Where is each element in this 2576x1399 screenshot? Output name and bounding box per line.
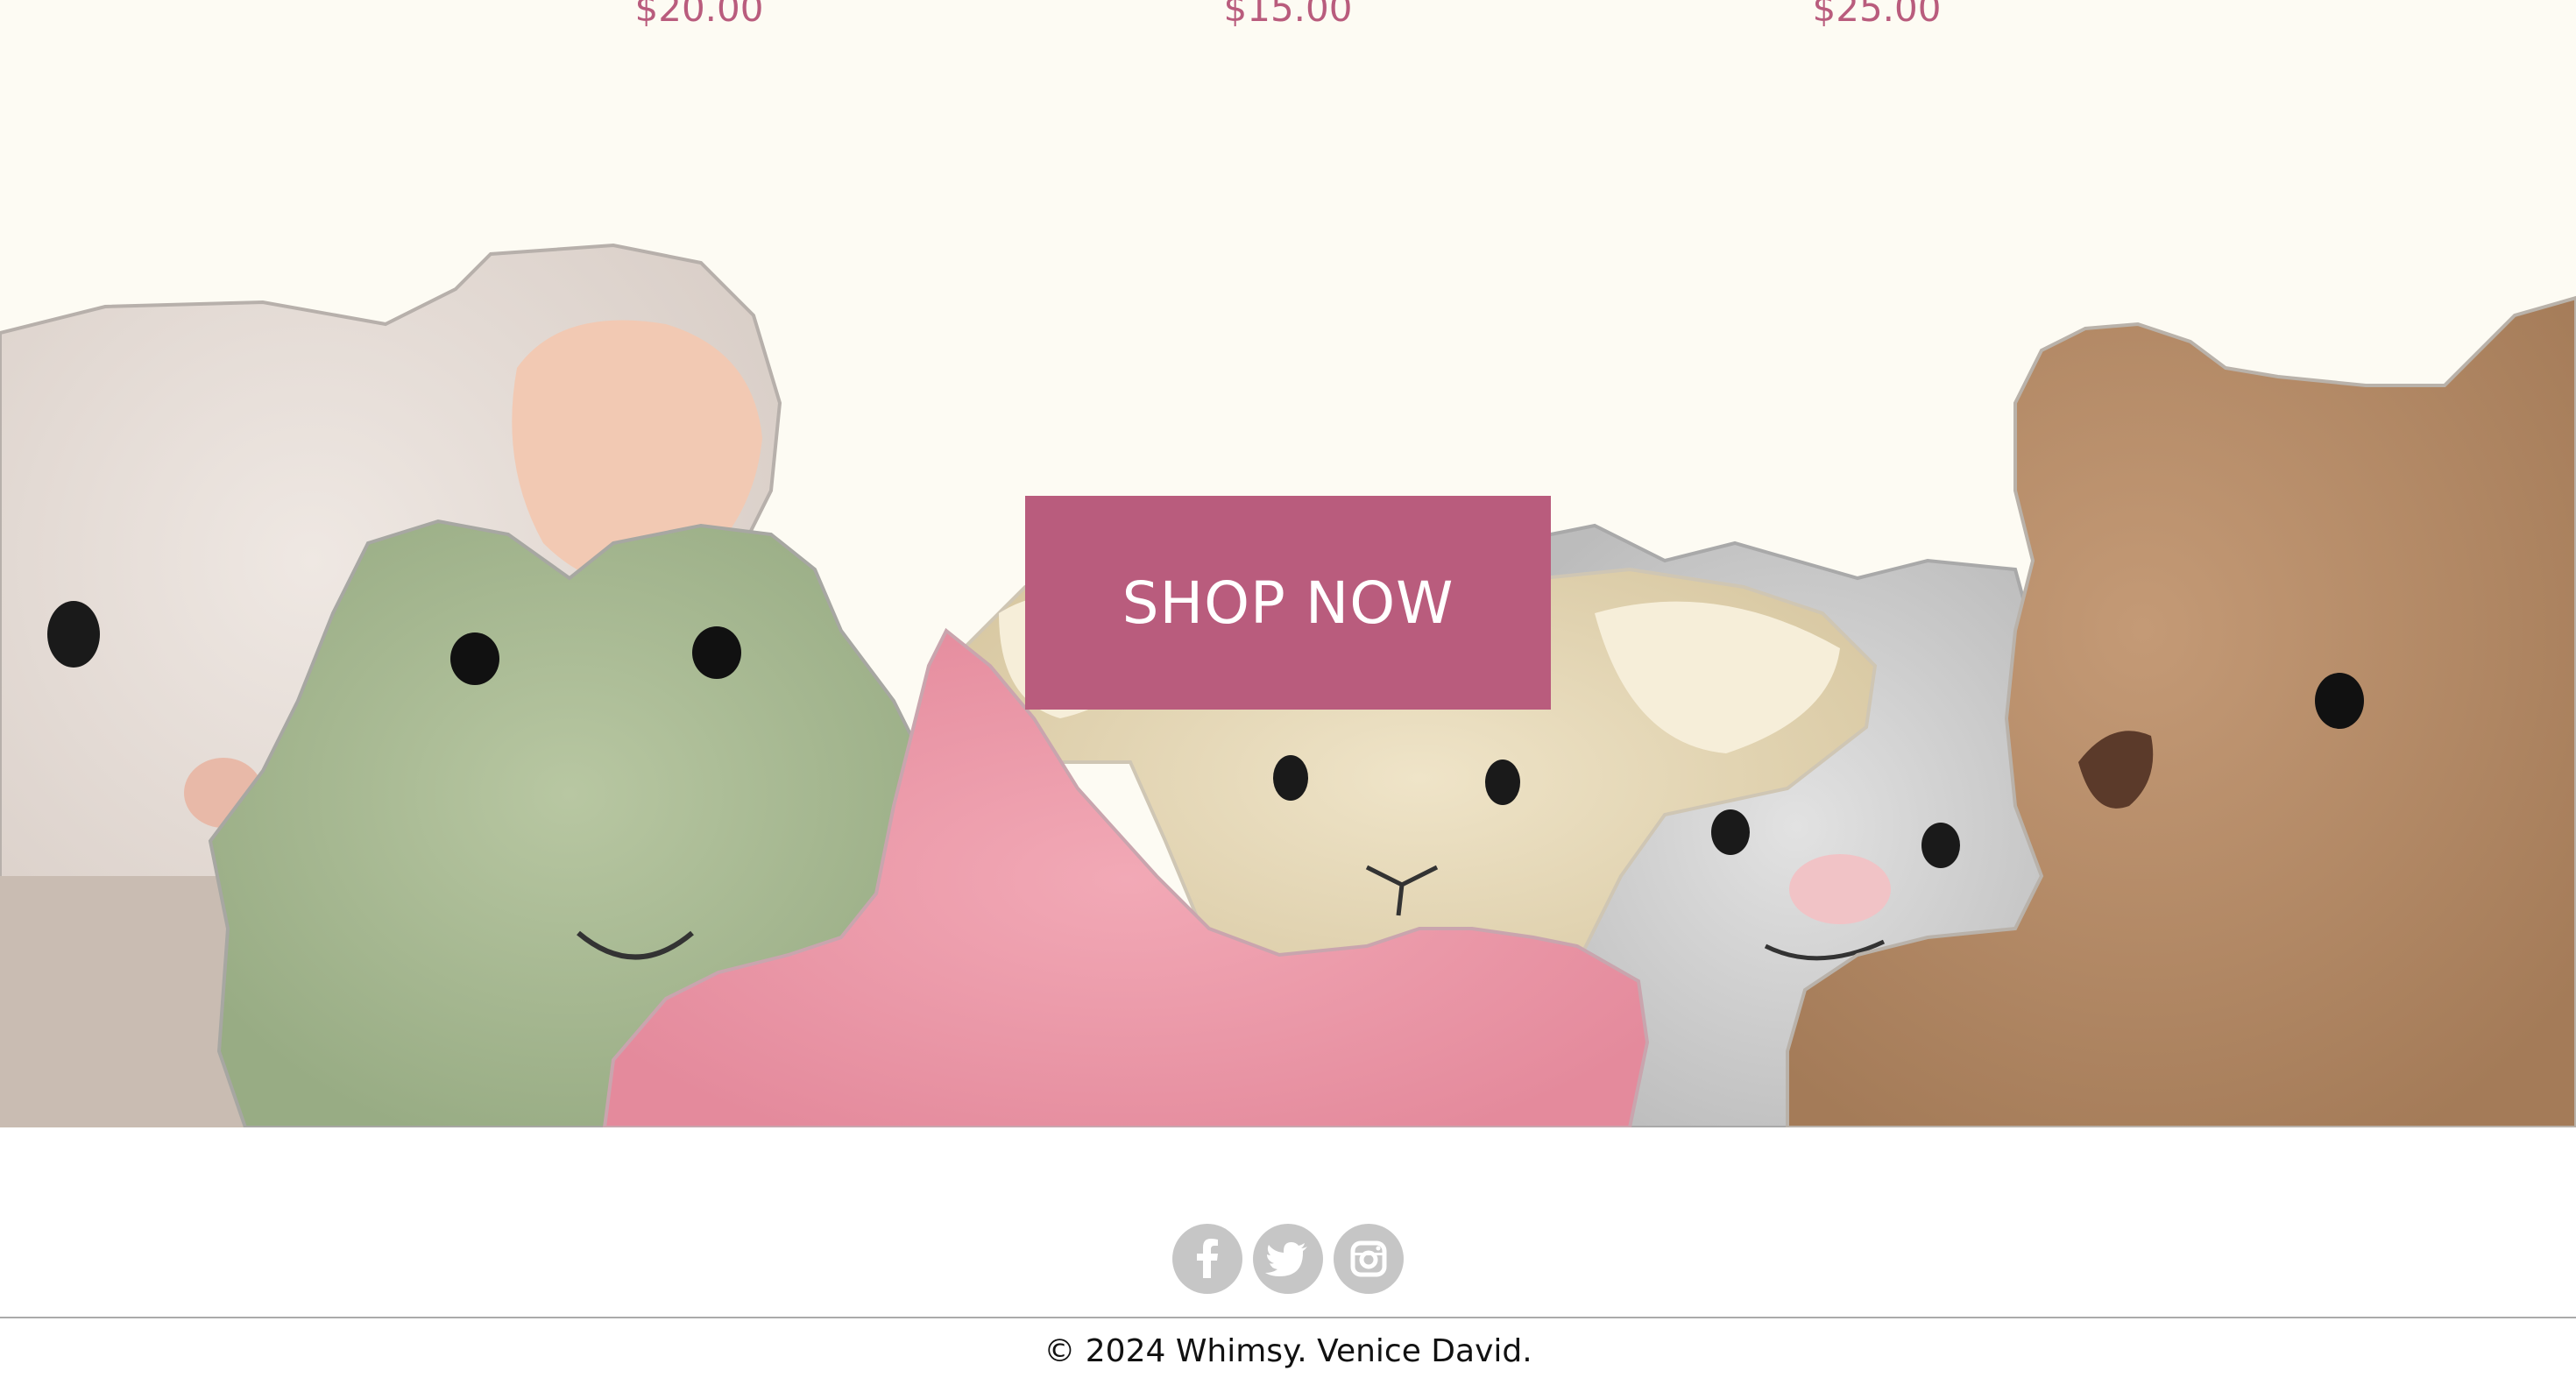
instagram-icon xyxy=(1350,1240,1387,1277)
twitter-icon xyxy=(1265,1242,1307,1276)
footer-divider xyxy=(0,1317,2576,1318)
hero-banner: $20.00 $15.00 $25.00 SHOP NOW xyxy=(0,0,2576,1127)
site-footer: © 2024 Whimsy. Venice David. xyxy=(0,1127,2576,1399)
facebook-link[interactable] xyxy=(1172,1224,1242,1294)
social-links xyxy=(1172,1224,1404,1294)
twitter-link[interactable] xyxy=(1253,1224,1323,1294)
facebook-icon xyxy=(1197,1239,1218,1278)
copyright-text: © 2024 Whimsy. Venice David. xyxy=(1044,1333,1532,1369)
shop-now-button[interactable]: SHOP NOW xyxy=(1025,496,1551,710)
instagram-link[interactable] xyxy=(1334,1224,1404,1294)
